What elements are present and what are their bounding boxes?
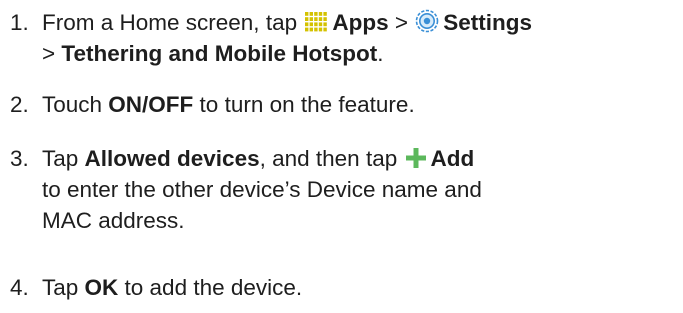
step-text: Touch ON/OFF to turn on the feature. (42, 89, 678, 120)
step-text-prefix: Tap (42, 275, 85, 300)
allowed-devices-label: Allowed devices (84, 146, 260, 171)
step-text: Tap OK to add the device. (42, 272, 678, 303)
step-number: 3. (10, 146, 29, 171)
plus-icon (405, 147, 427, 169)
step-text-prefix: Tap (42, 146, 85, 171)
step-text: Tap Allowed devices, and then tap Add to… (42, 143, 678, 236)
step-text-middle: , and then tap (259, 146, 398, 171)
punctuation: . (377, 41, 384, 66)
step-line: to enter the other device’s Device name … (42, 174, 678, 205)
step-text-prefix: From a Home screen, tap (42, 10, 298, 35)
step-number: 1. (10, 10, 29, 35)
apps-label: Apps (332, 10, 389, 35)
step-number: 2. (10, 92, 29, 117)
settings-gear-icon (415, 9, 439, 33)
step-text-suffix: to turn on the feature. (193, 92, 415, 117)
ok-label: OK (84, 275, 119, 300)
onoff-label: ON/OFF (108, 92, 194, 117)
step-line: MAC address. (42, 205, 678, 236)
step-line: Tap OK to add the device. (42, 272, 678, 303)
settings-label: Settings (443, 10, 533, 35)
step-line: Tap Allowed devices, and then tap Add (42, 143, 678, 174)
separator: > (42, 41, 62, 66)
step-text-line2: to enter the other device’s Device name … (42, 177, 482, 202)
step-text-prefix: Touch (42, 92, 109, 117)
step-text-suffix: to add the device. (118, 275, 303, 300)
step-line: From a Home screen, tap Apps > Settings (42, 7, 678, 38)
add-label: Add (430, 146, 475, 171)
step-text: From a Home screen, tap Apps > Settings … (42, 7, 678, 69)
step-number: 4. (10, 275, 29, 300)
apps-grid-icon (304, 11, 328, 33)
step-text-line3: MAC address. (42, 208, 185, 233)
menu-path-label: Tethering and Mobile Hotspot (61, 41, 378, 66)
step-line: Touch ON/OFF to turn on the feature. (42, 89, 678, 120)
separator: > (388, 10, 415, 35)
step-line: > Tethering and Mobile Hotspot. (42, 38, 678, 69)
